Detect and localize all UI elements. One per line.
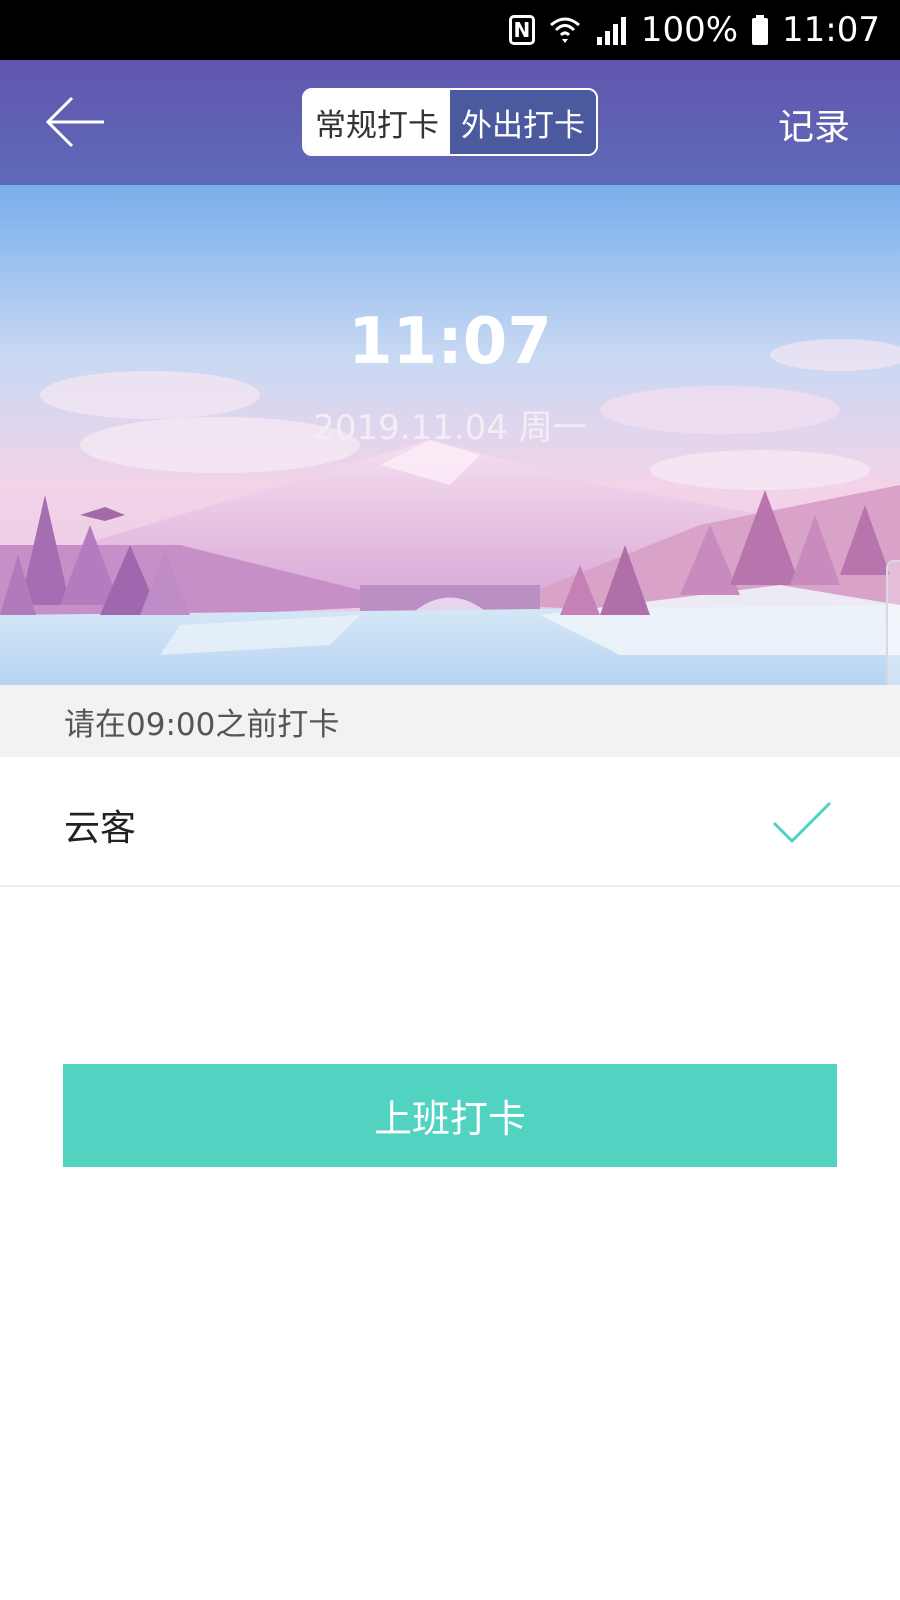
back-button[interactable]: [42, 92, 112, 152]
tab-regular-punch[interactable]: 常规打卡: [304, 90, 450, 154]
tab-outside-punch[interactable]: 外出打卡: [450, 90, 596, 154]
header: 常规打卡 外出打卡 记录: [0, 60, 900, 185]
status-time: 11:07: [782, 10, 880, 50]
side-drawer-handle[interactable]: [886, 560, 900, 685]
punch-in-button[interactable]: 上班打卡: [63, 1064, 837, 1167]
wifi-icon: [549, 15, 581, 45]
punch-type-toggle: 常规打卡 外出打卡: [302, 88, 598, 156]
record-button[interactable]: 记录: [778, 98, 850, 150]
notice-text: 请在09:00之前打卡: [64, 706, 340, 743]
battery-icon: [752, 15, 769, 45]
current-date: 2019.11.04 周一: [313, 408, 587, 448]
location-name: 云客: [64, 808, 137, 849]
punch-deadline-notice: 请在09:00之前打卡: [0, 685, 900, 757]
nfc-icon: N: [508, 15, 535, 45]
current-time: 11:07: [348, 305, 552, 379]
battery-percent: 100%: [640, 10, 739, 50]
back-arrow-icon: [45, 96, 104, 148]
hero-banner: 11:07 2019.11.04 周一: [0, 185, 900, 685]
signal-icon: [595, 15, 627, 45]
check-icon: [772, 801, 832, 844]
status-bar: N 100% 11:07: [0, 0, 900, 60]
location-row[interactable]: 云客: [0, 757, 900, 887]
